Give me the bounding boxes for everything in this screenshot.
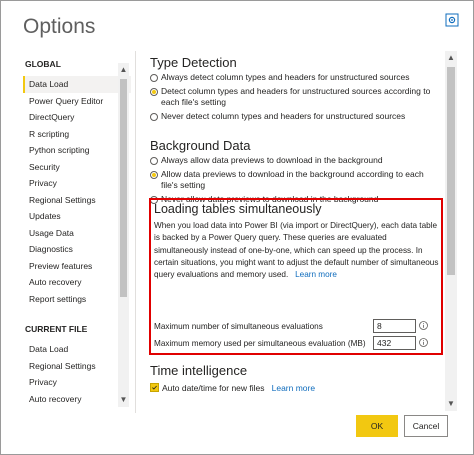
ok-button[interactable]: OK bbox=[356, 415, 398, 437]
nav-item-power-query-editor[interactable]: Power Query Editor bbox=[23, 93, 131, 110]
chevron-up-icon[interactable]: ▲ bbox=[119, 65, 128, 75]
gear-icon[interactable] bbox=[445, 13, 459, 27]
nav-item-diagnostics[interactable]: Diagnostics bbox=[23, 241, 131, 258]
nav-item-file-regional-settings[interactable]: Regional Settings bbox=[23, 358, 131, 375]
background-data-section: Background Data Always allow data previe… bbox=[150, 138, 442, 205]
max-memory-input[interactable]: 432 bbox=[373, 336, 416, 350]
nav-item-preview-features[interactable]: Preview features bbox=[23, 258, 131, 275]
options-content: Type Detection Always detect column type… bbox=[149, 51, 444, 413]
chevron-down-icon[interactable]: ▼ bbox=[447, 399, 456, 409]
nav-item-usage-data[interactable]: Usage Data bbox=[23, 225, 131, 242]
chevron-down-icon[interactable]: ▼ bbox=[119, 395, 128, 405]
radio-label: Allow data previews to download in the b… bbox=[161, 168, 424, 191]
nav-item-directquery[interactable]: DirectQuery bbox=[23, 109, 131, 126]
checkbox-checked-icon[interactable] bbox=[150, 383, 159, 392]
auto-date-time-label: Auto date/time for new files bbox=[162, 383, 265, 393]
nav-header-current-file: CURRENT FILE bbox=[25, 324, 88, 334]
radio-button[interactable] bbox=[150, 112, 158, 121]
nav-item-file-auto-recovery[interactable]: Auto recovery bbox=[23, 391, 131, 408]
loading-tables-description: When you load data into Power BI (via im… bbox=[154, 220, 439, 281]
nav-item-python-scripting[interactable]: Python scripting bbox=[23, 142, 131, 159]
cancel-button[interactable]: Cancel bbox=[404, 415, 448, 437]
nav-header-global: GLOBAL bbox=[25, 59, 61, 69]
max-evaluations-input[interactable]: 8 bbox=[373, 319, 416, 333]
nav-item-file-privacy[interactable]: Privacy bbox=[23, 374, 131, 391]
nav-divider bbox=[135, 51, 136, 413]
time-intelligence-learn-more-link[interactable]: Learn more bbox=[272, 383, 315, 393]
type-detection-option-never[interactable]: Never detect column types and headers fo… bbox=[150, 111, 442, 123]
options-dialog: Options GLOBAL Data Load Power Query Edi… bbox=[0, 0, 474, 455]
nav-item-updates[interactable]: Updates bbox=[23, 208, 131, 225]
radio-button-selected[interactable] bbox=[150, 170, 158, 179]
info-icon[interactable] bbox=[419, 321, 428, 330]
nav-scroll-thumb[interactable] bbox=[120, 79, 127, 297]
radio-label: Never detect column types and headers fo… bbox=[161, 110, 406, 121]
radio-label: Always allow data previews to download i… bbox=[161, 155, 383, 165]
nav-item-r-scripting[interactable]: R scripting bbox=[23, 126, 131, 143]
background-data-option-always[interactable]: Always allow data previews to download i… bbox=[150, 155, 442, 167]
type-detection-title: Type Detection bbox=[150, 55, 237, 70]
nav-item-privacy[interactable]: Privacy bbox=[23, 175, 131, 192]
nav-item-auto-recovery[interactable]: Auto recovery bbox=[23, 274, 131, 291]
radio-button[interactable] bbox=[150, 157, 158, 165]
learn-more-link[interactable]: Learn more bbox=[295, 270, 337, 279]
options-nav: GLOBAL Data Load Power Query Editor Dire… bbox=[23, 56, 131, 411]
type-detection-section: Type Detection Always detect column type… bbox=[150, 55, 442, 122]
nav-item-regional-settings[interactable]: Regional Settings bbox=[23, 192, 131, 209]
max-memory-label: Maximum memory used per simultaneous eva… bbox=[154, 339, 366, 348]
type-detection-option-always[interactable]: Always detect column types and headers f… bbox=[150, 72, 442, 84]
content-scroll-thumb[interactable] bbox=[447, 67, 455, 275]
auto-date-time-row[interactable]: Auto date/time for new files Learn more bbox=[150, 383, 315, 393]
type-detection-option-per-file[interactable]: Detect column types and headers for unst… bbox=[150, 86, 442, 109]
background-data-option-per-file[interactable]: Allow data previews to download in the b… bbox=[150, 169, 442, 192]
nav-item-report-settings[interactable]: Report settings bbox=[23, 291, 131, 308]
time-intelligence-title: Time intelligence bbox=[150, 363, 248, 378]
dialog-title: Options bbox=[23, 15, 96, 38]
background-data-title: Background Data bbox=[150, 138, 251, 153]
info-icon[interactable] bbox=[419, 338, 428, 347]
radio-label: Detect column types and headers for unst… bbox=[161, 85, 431, 108]
loading-tables-title: Loading tables simultaneously bbox=[154, 202, 322, 216]
radio-button-selected[interactable] bbox=[150, 87, 158, 96]
chevron-up-icon[interactable]: ▲ bbox=[447, 53, 456, 63]
radio-label: Always detect column types and headers f… bbox=[161, 72, 410, 82]
content-scrollbar[interactable]: ▲ ▼ bbox=[445, 51, 457, 411]
nav-item-file-data-load[interactable]: Data Load bbox=[23, 341, 131, 358]
nav-item-data-load[interactable]: Data Load bbox=[23, 76, 131, 93]
nav-scrollbar[interactable]: ▲ ▼ bbox=[118, 63, 129, 407]
radio-button[interactable] bbox=[150, 74, 158, 82]
nav-item-security[interactable]: Security bbox=[23, 159, 131, 176]
dialog-footer: OK Cancel bbox=[1, 413, 473, 454]
max-evaluations-label: Maximum number of simultaneous evaluatio… bbox=[154, 322, 323, 331]
loading-tables-section: Loading tables simultaneously When you l… bbox=[149, 198, 443, 355]
